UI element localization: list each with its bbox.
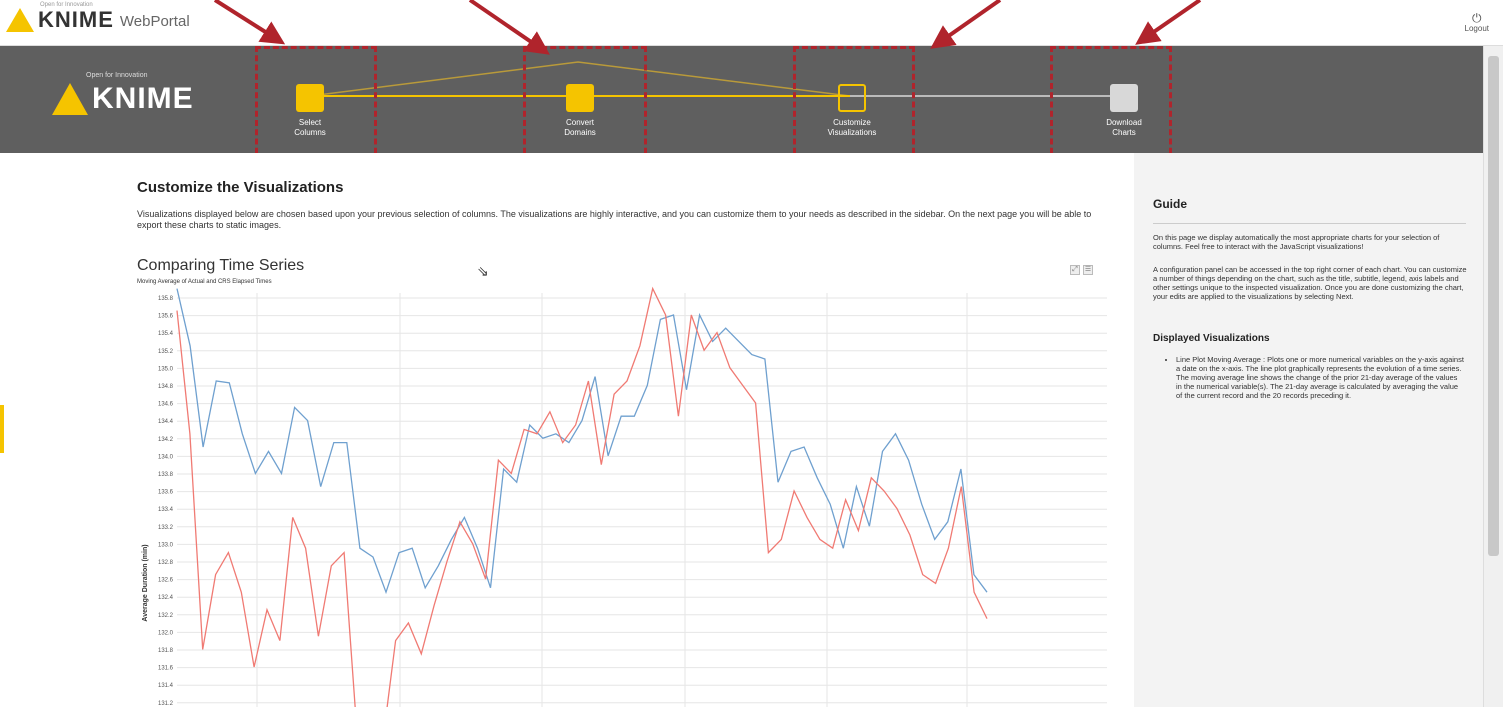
- page-scrollbar[interactable]: [1483, 46, 1503, 707]
- y-tick-label: 133.0: [158, 542, 174, 548]
- y-tick-label: 132.6: [158, 578, 174, 584]
- y-axis-label: Average Duration (min): [142, 544, 149, 621]
- y-tick-label: 135.2: [158, 349, 174, 355]
- page-title: Customize the Visualizations: [137, 179, 344, 196]
- y-tick-label: 131.8: [158, 648, 174, 654]
- y-tick-label: 131.6: [158, 666, 174, 672]
- logout-button[interactable]: ⏻ Logout: [1465, 12, 1489, 33]
- y-tick-label: 133.2: [158, 525, 174, 531]
- side-accent: [0, 405, 4, 453]
- y-tick-label: 135.8: [158, 296, 174, 302]
- chart-controls: ⤢ ☰: [1070, 265, 1093, 275]
- settings-menu-icon[interactable]: ☰: [1083, 265, 1093, 275]
- series-line-2: [176, 286, 988, 707]
- highlight-box: [793, 46, 915, 163]
- logo-product: WebPortal: [119, 13, 190, 30]
- highlight-box: [1050, 46, 1172, 163]
- wizard-header: Open for Innovation KNIME Select Columns…: [0, 46, 1483, 163]
- mouse-cursor-icon: ⇘: [477, 263, 489, 279]
- y-tick-label: 134.0: [158, 454, 174, 460]
- y-tick-label: 134.4: [158, 419, 174, 425]
- section-title: Displayed Visualizations: [1153, 333, 1270, 344]
- power-icon: ⏻: [1472, 11, 1482, 25]
- knime-triangle-icon: [6, 8, 34, 32]
- y-tick-label: 131.4: [158, 683, 174, 689]
- content-area: Customize the Visualizations Visualizati…: [0, 153, 1483, 707]
- portal-header: Open for Innovation KNIME WebPortal ⏻ Lo…: [0, 0, 1503, 46]
- scrollbar-thumb[interactable]: [1488, 56, 1499, 556]
- y-tick-label: 135.6: [158, 314, 174, 320]
- logo-brand: KNIME: [38, 7, 114, 32]
- guide-paragraph: A configuration panel can be accessed in…: [1153, 265, 1467, 301]
- knime-webportal-logo[interactable]: Open for Innovation KNIME WebPortal: [6, 2, 190, 32]
- y-tick-label: 131.2: [158, 701, 174, 707]
- y-tick-label: 135.0: [158, 366, 174, 372]
- y-tick-label: 134.6: [158, 402, 174, 408]
- wizard-connectors: [309, 61, 1125, 97]
- guide-paragraph: On this page we display automatically th…: [1153, 233, 1440, 251]
- knime-logo: Open for Innovation KNIME: [52, 72, 194, 116]
- logo-tagline: Open for Innovation: [40, 2, 93, 8]
- y-tick-label: 132.0: [158, 630, 174, 636]
- divider: [1153, 223, 1466, 224]
- y-tick-label: 132.8: [158, 560, 174, 566]
- guide-title: Guide: [1153, 197, 1188, 211]
- line-chart[interactable]: 135.8 135.6 135.4 135.2 135.0 134.8 134.6 134.4…: [137, 283, 1112, 707]
- highlight-box: [523, 46, 647, 163]
- series-line-1: [176, 288, 988, 595]
- y-tick-label: 133.4: [158, 507, 174, 513]
- y-tick-label: 135.4: [158, 331, 174, 337]
- visualization-list: Line Plot Moving Average : Plots one or …: [1164, 355, 1464, 400]
- y-tick-label: 132.2: [158, 613, 174, 619]
- y-tick-label: 134.8: [158, 384, 174, 390]
- y-tick-label: 133.6: [158, 490, 174, 496]
- list-item: Line Plot Moving Average : Plots one or …: [1176, 355, 1464, 400]
- intro-text: Visualizations displayed below are chose…: [137, 209, 1092, 230]
- guide-sidebar: Guide On this page we display automatica…: [1134, 153, 1483, 707]
- y-tick-label: 134.2: [158, 437, 174, 443]
- page: Open for Innovation KNIME WebPortal ⏻ Lo…: [0, 0, 1503, 707]
- y-tick-label: 132.4: [158, 595, 174, 601]
- knime-triangle-icon: [52, 83, 88, 115]
- logout-label: Logout: [1464, 24, 1489, 33]
- y-tick-label: 133.8: [158, 472, 174, 478]
- highlight-box: [255, 46, 377, 163]
- fullscreen-icon[interactable]: ⤢: [1070, 265, 1080, 275]
- logo-brand: KNIME: [92, 82, 194, 115]
- logo-tagline: Open for Innovation: [86, 72, 148, 79]
- chart-title: Comparing Time Series: [137, 257, 305, 274]
